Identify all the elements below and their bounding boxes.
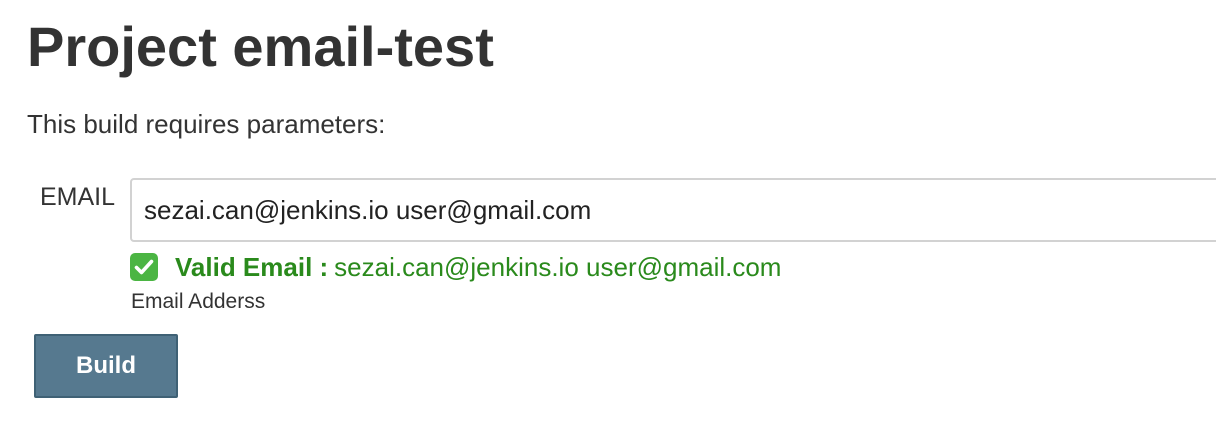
email-parameter-label: EMAIL: [40, 183, 116, 211]
check-icon: [130, 253, 158, 281]
email-field[interactable]: [130, 178, 1216, 242]
parameter-description: Email Adderss: [131, 290, 266, 313]
validation-prefix: Valid Email :: [175, 251, 329, 282]
build-button[interactable]: Build: [34, 334, 178, 398]
validation-message: Valid Email : sezai.can@jenkins.io user@…: [130, 250, 781, 284]
validated-emails: sezai.can@jenkins.io user@gmail.com: [334, 251, 782, 282]
page-title: Project email-test: [27, 15, 494, 78]
parameters-intro: This build requires parameters:: [27, 109, 386, 139]
